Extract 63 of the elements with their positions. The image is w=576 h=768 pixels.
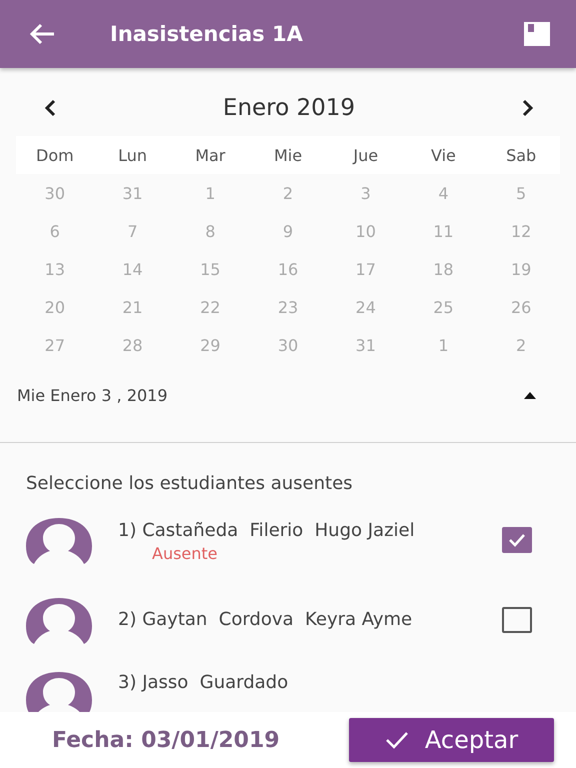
checkmark-icon <box>384 731 409 749</box>
date-label: Fecha: 03/01/2019 <box>52 728 280 752</box>
calendar-day[interactable]: 21 <box>122 298 143 316</box>
weekday-label: Lun <box>118 146 148 164</box>
calendar-day[interactable]: 7 <box>127 222 138 240</box>
absent-status: Ausente <box>152 544 219 562</box>
month-title: Enero 2019 <box>222 95 356 121</box>
weekday-label: Dom <box>36 146 74 164</box>
accept-button[interactable]: Aceptar <box>349 718 554 762</box>
student-name: 1) Castañeda Filerio Hugo Jaziel <box>118 518 416 542</box>
calendar-day[interactable]: 27 <box>44 336 66 354</box>
calendar-day[interactable]: 28 <box>122 336 143 354</box>
calendar-day[interactable]: 25 <box>433 298 454 316</box>
calendar-day[interactable]: 3 <box>360 184 371 202</box>
calendar-day[interactable]: 2 <box>282 184 294 202</box>
weekday-label: Jue <box>353 146 378 164</box>
bookmark-icon[interactable] <box>524 22 550 46</box>
absent-checkbox[interactable] <box>502 527 532 553</box>
calendar-day[interactable]: 5 <box>516 184 526 202</box>
calendar-day[interactable]: 13 <box>44 260 66 278</box>
back-arrow-icon[interactable] <box>30 23 56 45</box>
calendar-day[interactable]: 16 <box>278 260 298 278</box>
calendar-day[interactable]: 26 <box>510 298 532 316</box>
selected-date: Mie Enero 3 , 2019 <box>17 386 168 404</box>
calendar-day[interactable]: 19 <box>510 260 532 278</box>
calendar-day[interactable]: 11 <box>433 222 454 240</box>
app-title: Inasistencias 1A <box>110 22 304 46</box>
collapse-caret-icon[interactable] <box>524 392 536 398</box>
avatar-icon <box>26 596 92 644</box>
calendar-day[interactable]: 31 <box>356 336 376 354</box>
weekday-label: Mie <box>274 146 302 164</box>
calendar-day[interactable]: 17 <box>356 260 376 278</box>
calendar-day[interactable]: 24 <box>356 298 376 316</box>
calendar-day[interactable]: 14 <box>122 260 143 278</box>
calendar-day[interactable]: 20 <box>44 298 66 316</box>
next-month-icon[interactable] <box>522 99 534 117</box>
calendar-day[interactable]: 10 <box>356 222 376 240</box>
calendar-day[interactable]: 1 <box>438 336 449 354</box>
calendar-day[interactable]: 31 <box>122 184 143 202</box>
calendar-day[interactable]: 8 <box>205 222 216 240</box>
avatar-icon <box>26 516 92 564</box>
calendar-day[interactable]: 2 <box>516 336 526 354</box>
weekday-label: Mar <box>195 146 226 164</box>
calendar-day[interactable]: 30 <box>278 336 298 354</box>
checkmark-icon <box>508 533 526 547</box>
calendar-day[interactable]: 6 <box>50 222 60 240</box>
calendar-day[interactable]: 30 <box>44 184 66 202</box>
calendar-day[interactable]: 23 <box>278 298 298 316</box>
calendar-day[interactable]: 12 <box>510 222 532 240</box>
calendar-day[interactable]: 29 <box>200 336 220 354</box>
student-name: 2) Gaytan Cordova Keyra Ayme <box>118 608 414 632</box>
calendar-day[interactable]: 1 <box>205 184 216 202</box>
previous-month-icon[interactable] <box>44 99 56 117</box>
calendar-day[interactable]: 9 <box>282 222 294 240</box>
calendar-day[interactable]: 18 <box>433 260 454 278</box>
calendar-day[interactable]: 15 <box>200 260 220 278</box>
absent-checkbox[interactable] <box>502 607 532 633</box>
student-name: 3) Jasso Guardado <box>118 671 290 695</box>
weekday-label: Sab <box>506 146 536 164</box>
calendar-day[interactable]: 22 <box>200 298 220 316</box>
calendar-day[interactable]: 4 <box>438 184 449 202</box>
section-title: Seleccione los estudiantes ausentes <box>25 472 354 496</box>
weekday-label: Vie <box>430 146 456 164</box>
